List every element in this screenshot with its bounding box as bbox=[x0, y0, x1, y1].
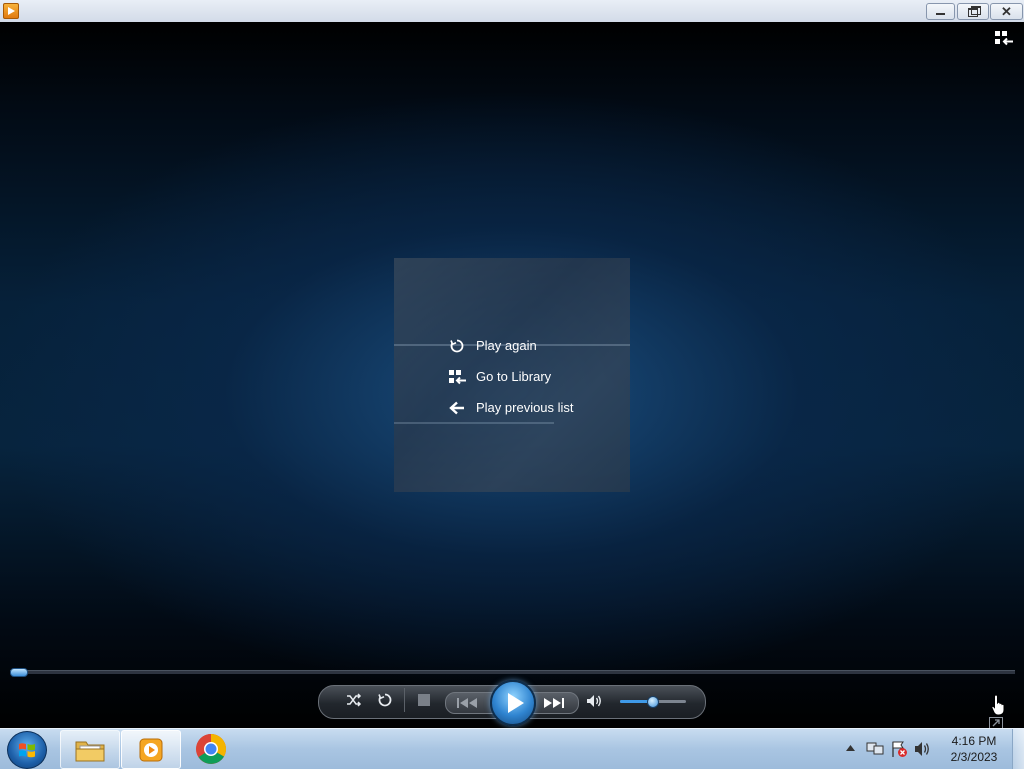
now-playing-area: Play again Go to Library Play previous l… bbox=[0, 22, 1024, 729]
title-bar: ✕ bbox=[0, 0, 1024, 23]
speaker-icon[interactable] bbox=[585, 692, 605, 710]
taskbar-chrome[interactable] bbox=[182, 730, 240, 767]
minimize-icon bbox=[936, 13, 945, 15]
stop-icon[interactable] bbox=[418, 694, 430, 706]
network-icon[interactable] bbox=[866, 741, 884, 757]
go-to-library-item[interactable]: Go to Library bbox=[448, 361, 574, 392]
go-to-library-label: Go to Library bbox=[476, 369, 552, 384]
volume-tray-icon[interactable] bbox=[914, 741, 932, 757]
play-previous-list-item[interactable]: Play previous list bbox=[448, 392, 574, 423]
windows-start-icon bbox=[19, 743, 35, 758]
play-again-item[interactable]: Play again bbox=[448, 330, 574, 361]
play-again-label: Play again bbox=[476, 338, 537, 353]
chrome-icon bbox=[196, 733, 227, 764]
taskbar-file-explorer[interactable] bbox=[60, 730, 120, 769]
playback-end-menu: Play again Go to Library Play previous l… bbox=[448, 330, 574, 423]
library-icon bbox=[448, 369, 466, 385]
switch-to-library-icon[interactable] bbox=[994, 30, 1014, 46]
play-button[interactable] bbox=[490, 680, 536, 726]
action-center-flag-icon[interactable] bbox=[890, 740, 908, 758]
hand-cursor-icon bbox=[991, 694, 1005, 716]
seek-bar[interactable] bbox=[10, 670, 1015, 674]
show-hidden-icons-icon[interactable] bbox=[846, 745, 855, 751]
media-player-app-icon[interactable] bbox=[3, 3, 19, 19]
replay-icon bbox=[448, 338, 466, 354]
taskbar-media-player[interactable] bbox=[121, 730, 181, 769]
repeat-icon[interactable] bbox=[376, 691, 394, 709]
close-button[interactable]: ✕ bbox=[990, 3, 1023, 20]
close-icon: ✕ bbox=[1001, 4, 1012, 19]
back-arrow-icon bbox=[448, 400, 466, 416]
previous-icon bbox=[457, 698, 477, 708]
media-player-icon bbox=[139, 738, 163, 761]
volume-slider-thumb[interactable] bbox=[647, 696, 659, 708]
clock-time: 4:16 PM bbox=[951, 734, 997, 748]
next-icon bbox=[544, 698, 564, 708]
start-button[interactable] bbox=[7, 731, 47, 769]
clock[interactable]: 4:16 PM 2/3/2023 bbox=[944, 733, 1004, 765]
clock-date: 2/3/2023 bbox=[950, 750, 998, 764]
next-button[interactable] bbox=[531, 692, 579, 714]
show-desktop-button[interactable] bbox=[1012, 729, 1024, 769]
shuffle-icon[interactable] bbox=[345, 691, 363, 709]
controls-divider bbox=[404, 688, 405, 712]
play-previous-list-label: Play previous list bbox=[476, 400, 574, 415]
folder-icon bbox=[75, 741, 105, 761]
seek-thumb[interactable] bbox=[10, 668, 28, 677]
restore-button[interactable] bbox=[957, 3, 989, 20]
taskbar: 4:16 PM 2/3/2023 bbox=[0, 728, 1024, 769]
minimize-button[interactable] bbox=[926, 3, 955, 20]
previous-button[interactable] bbox=[445, 692, 493, 714]
